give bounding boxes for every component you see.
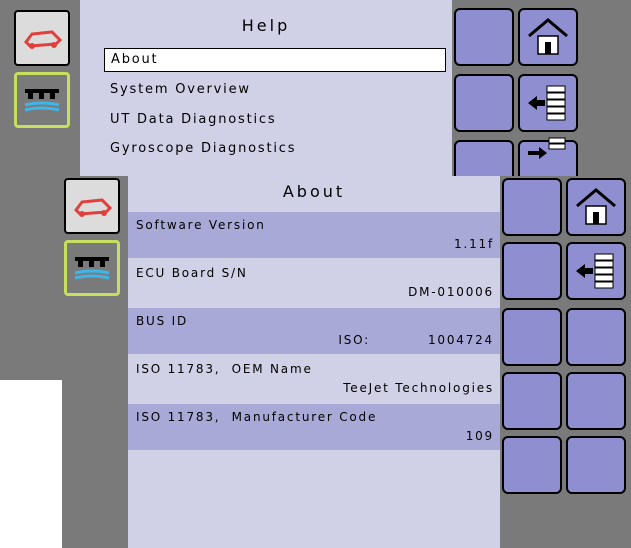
row-label: ISO 11783, Manufacturer Code bbox=[136, 410, 378, 424]
info-row-software-version: Software Version 1.11f bbox=[128, 212, 500, 258]
empty-button-1[interactable] bbox=[502, 178, 562, 236]
menu-item-ut-data-diagnostics[interactable]: UT Data Diagnostics bbox=[110, 112, 276, 127]
empty-button-7[interactable] bbox=[502, 436, 562, 494]
info-row-bus-id: BUS ID ISO: 1004724 bbox=[128, 308, 500, 354]
boom-button[interactable] bbox=[14, 72, 70, 128]
row-value: TeeJet Technologies bbox=[343, 381, 494, 395]
row-value: 109 bbox=[465, 429, 494, 443]
empty-button-4[interactable] bbox=[566, 308, 626, 366]
boom-sprayer-icon bbox=[24, 89, 60, 112]
home-button[interactable] bbox=[518, 8, 578, 66]
row-label: ECU Board S/N bbox=[136, 266, 248, 280]
back-arrow-list-icon bbox=[576, 253, 614, 289]
about-screen: About Software Version 1.11f ECU Board S… bbox=[62, 176, 631, 548]
back-button[interactable] bbox=[518, 74, 578, 132]
back-arrow-list-icon bbox=[528, 85, 566, 121]
help-content: Help About System Overview UT Data Diagn… bbox=[80, 0, 452, 178]
empty-button-2[interactable] bbox=[454, 74, 514, 132]
empty-button-6[interactable] bbox=[566, 372, 626, 430]
info-row-manufacturer-code: ISO 11783, Manufacturer Code 109 bbox=[128, 404, 500, 450]
empty-button-5[interactable] bbox=[502, 372, 562, 430]
boom-sprayer-icon bbox=[74, 257, 110, 280]
row-value: DM-010006 bbox=[408, 285, 494, 299]
row-value: 1004724 bbox=[427, 333, 494, 347]
empty-button-3[interactable] bbox=[502, 308, 562, 366]
info-row-oem-name: ISO 11783, OEM Name TeeJet Technologies bbox=[128, 356, 500, 402]
boom-button[interactable] bbox=[64, 240, 120, 296]
page-title: About bbox=[282, 182, 346, 201]
page-title: Help bbox=[241, 16, 291, 35]
row-value-prefix: ISO: bbox=[338, 333, 370, 347]
about-content: About Software Version 1.11f ECU Board S… bbox=[128, 176, 500, 548]
row-label: Software Version bbox=[136, 218, 266, 232]
info-row-ecu-board: ECU Board S/N DM-010006 bbox=[128, 260, 500, 306]
home-icon bbox=[528, 18, 568, 55]
vehicle-icon bbox=[24, 30, 63, 49]
home-icon bbox=[576, 188, 616, 225]
row-label: BUS ID bbox=[136, 314, 189, 328]
vehicle-button[interactable] bbox=[64, 178, 120, 234]
home-button[interactable] bbox=[566, 178, 626, 236]
empty-button-2[interactable] bbox=[502, 242, 562, 300]
vehicle-icon bbox=[74, 198, 113, 217]
empty-button-1[interactable] bbox=[454, 8, 514, 66]
row-value: 1.11f bbox=[454, 237, 494, 251]
empty-button-8[interactable] bbox=[566, 436, 626, 494]
menu-item-system-overview[interactable]: System Overview bbox=[110, 82, 251, 97]
back-button[interactable] bbox=[566, 242, 626, 300]
menu-item-gyroscope-diagnostics[interactable]: Gyroscope Diagnostics bbox=[110, 141, 296, 156]
menu-item-about[interactable]: About bbox=[104, 48, 446, 72]
forward-arrow-list-icon bbox=[528, 137, 566, 159]
row-label: ISO 11783, OEM Name bbox=[136, 362, 313, 376]
vehicle-button[interactable] bbox=[14, 10, 70, 66]
